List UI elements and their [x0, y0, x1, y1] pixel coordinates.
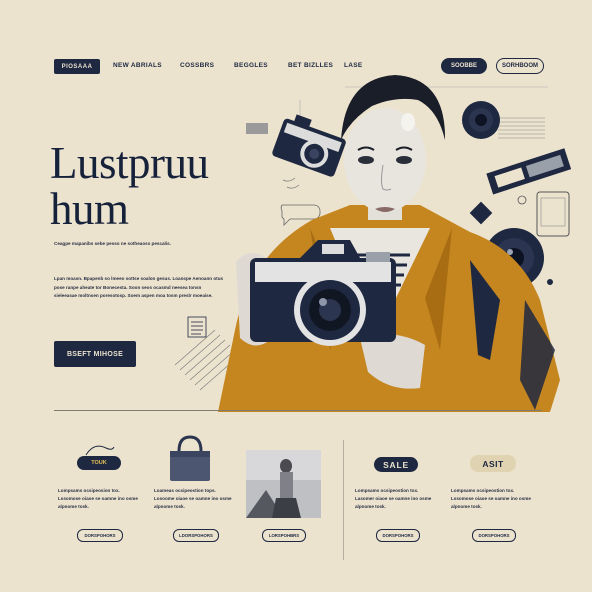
product-card-text-1: Lompsams ocsipeosion tox. Lssomose oiaoe… — [58, 488, 138, 509]
fashion-photo-image[interactable] — [246, 450, 321, 518]
hero-illustration — [174, 75, 572, 412]
product-card-text-3: Lompsams ocsipeostion tox. Lasomer oiaoe… — [355, 488, 432, 509]
product-card-text-2: Loameas ocsipeostion tops. Losoome oiaoe… — [154, 488, 232, 509]
sale-tag[interactable]: SALE — [374, 457, 418, 472]
column-divider — [343, 440, 344, 560]
product-card-button-4[interactable]: DORSPOHORS — [376, 529, 420, 542]
handbag-image[interactable] — [165, 433, 215, 483]
product-card-button-5[interactable]: DORSPOHORS — [472, 529, 516, 542]
product-card-button-1[interactable]: DORSPOHORS — [77, 529, 123, 542]
asit-tag[interactable]: ASIT — [470, 455, 516, 472]
product-tag-touk: TOUK — [77, 456, 121, 470]
product-card-button-2[interactable]: LDORSPOHORS — [173, 529, 219, 542]
product-card-text-4: Lompsams ocsipeostion tox. Lssomose oiao… — [451, 488, 531, 509]
product-card-button-3[interactable]: LORSPOHBRS — [262, 529, 306, 542]
section-divider — [54, 410, 542, 411]
